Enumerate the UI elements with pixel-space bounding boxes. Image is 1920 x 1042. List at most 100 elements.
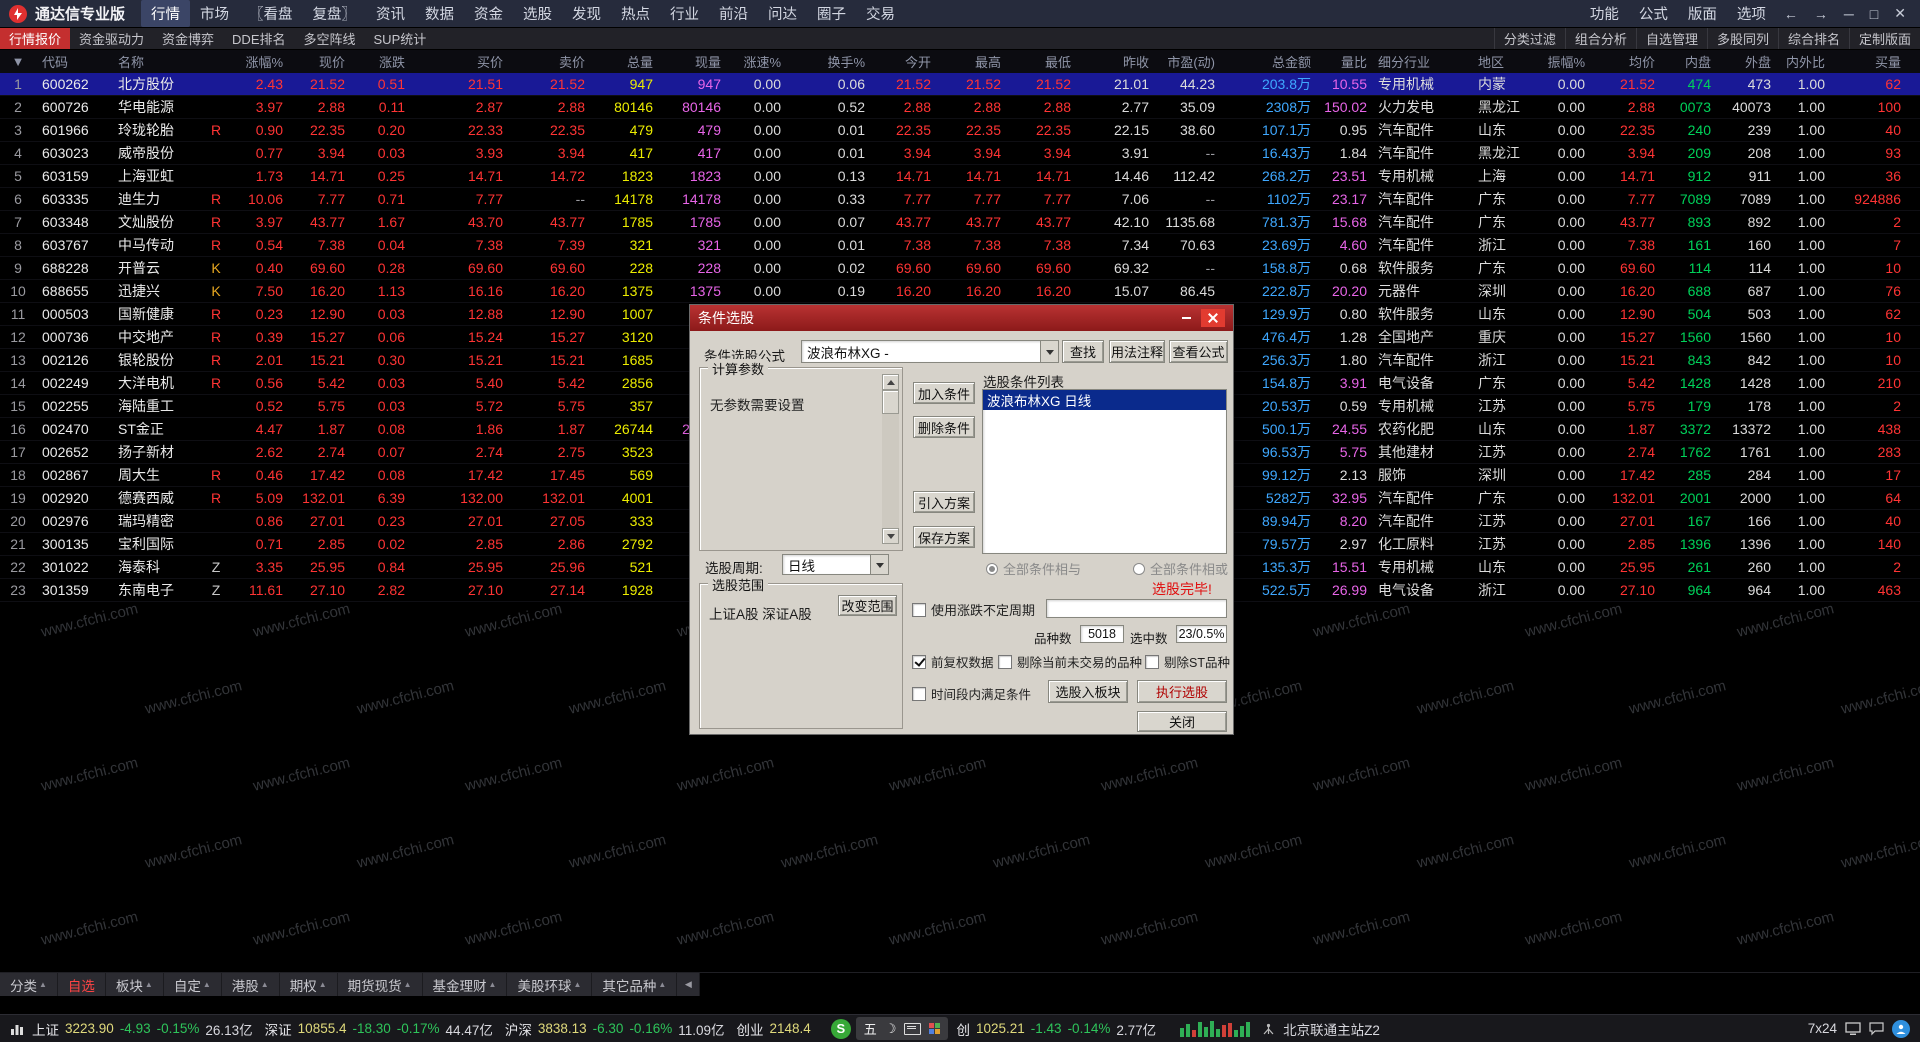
moon-icon[interactable]: ☽	[885, 1021, 897, 1037]
column-header[interactable]: 市盈(动)	[1154, 52, 1220, 71]
toolbar-item[interactable]: 定制版面	[1848, 28, 1920, 49]
dialog-close-icon[interactable]	[1201, 309, 1225, 327]
column-header[interactable]: 买量	[1830, 52, 1906, 71]
menu-item[interactable]: 问达	[758, 0, 807, 27]
bottom-tab[interactable]: 板块 ▲	[106, 973, 164, 996]
minimize-icon[interactable]: ─	[1836, 4, 1862, 24]
column-header[interactable]: 涨跌	[350, 52, 410, 71]
import-plan-button[interactable]: 引入方案	[913, 491, 975, 513]
checkbox-updown-period[interactable]: 使用涨跌不定周期	[912, 600, 1035, 619]
params-scrollbar[interactable]	[882, 374, 899, 544]
chat-icon[interactable]	[1869, 1021, 1884, 1036]
menu-item[interactable]: 资讯	[366, 0, 415, 27]
column-header[interactable]: 总量	[590, 52, 658, 71]
table-row[interactable]: 9 688228 开普云 K 0.40 69.60 0.28 69.60 69.60 228 228…	[0, 257, 1920, 280]
column-header[interactable]: 买价	[410, 52, 508, 71]
toolbar-item[interactable]: SUP统计	[365, 28, 436, 49]
table-row[interactable]: 3 601966 玲珑轮胎 R 0.90 22.35 0.20 22.33 22.35 479 47…	[0, 119, 1920, 142]
back-icon[interactable]: ←	[1776, 4, 1806, 24]
toolbar-item[interactable]: DDE排名	[223, 28, 294, 49]
close-icon[interactable]: ✕	[1886, 3, 1914, 24]
column-header[interactable]: 内盘	[1660, 52, 1716, 71]
grid-icon[interactable]	[929, 1023, 941, 1034]
column-header[interactable]: 总金额	[1220, 52, 1316, 71]
menu-item[interactable]: 交易	[856, 0, 905, 27]
column-header[interactable]: 名称	[112, 52, 204, 71]
column-header[interactable]: 内外比	[1776, 52, 1830, 71]
forward-icon[interactable]: →	[1806, 4, 1836, 24]
menu-item[interactable]: 选股	[513, 0, 562, 27]
bottom-tab[interactable]: 自定 ▲	[164, 973, 222, 996]
column-header[interactable]: 今开	[870, 52, 936, 71]
checkbox-time-range[interactable]: 时间段内满足条件	[912, 684, 1031, 703]
scrollbar-thumb[interactable]	[882, 390, 899, 414]
bottom-tab[interactable]: 期权 ▲	[280, 973, 338, 996]
customer-service-icon[interactable]	[1892, 1019, 1910, 1038]
formula-combobox[interactable]: 波浪布林XG -	[801, 340, 1059, 363]
toolbar-item[interactable]: 行情报价	[0, 28, 71, 49]
ime-wubi-icon[interactable]: 五	[864, 1019, 877, 1038]
right-menu-item[interactable]: 公式	[1629, 0, 1678, 27]
column-header[interactable]: 振幅%	[1534, 52, 1590, 71]
menu-item[interactable]: 数据	[415, 0, 464, 27]
checkbox-remove-st[interactable]: 剔除ST品种	[1145, 652, 1230, 671]
column-header[interactable]: 地区	[1472, 52, 1534, 71]
period-combobox[interactable]: 日线	[782, 554, 889, 575]
server-name[interactable]: 北京联通主站Z2	[1283, 1019, 1380, 1039]
toolbar-item[interactable]: 组合分析	[1564, 28, 1636, 49]
toolbar-item[interactable]: 综合排名	[1777, 28, 1849, 49]
execute-selection-button[interactable]: 执行选股	[1137, 680, 1227, 703]
save-plan-button[interactable]: 保存方案	[913, 526, 975, 548]
table-row[interactable]: 10 688655 迅捷兴 K 7.50 16.20 1.13 16.16 16.20 1375 1…	[0, 280, 1920, 303]
column-header[interactable]: 涨速%	[726, 52, 786, 71]
menu-item[interactable]: 圈子	[807, 0, 856, 27]
menu-item[interactable]: 前沿	[709, 0, 758, 27]
bottom-tab[interactable]: 其它品种 ▲	[592, 973, 678, 996]
ime-logo-icon[interactable]: S	[830, 1018, 851, 1039]
tab-scroll-left-icon[interactable]: ◀	[677, 973, 701, 996]
column-header[interactable]: 卖价	[508, 52, 590, 71]
bottom-tab[interactable]: 基金理财 ▲	[423, 973, 508, 996]
scroll-up-icon[interactable]	[882, 374, 899, 390]
view-formula-button[interactable]: 查看公式	[1169, 340, 1228, 363]
menu-item[interactable]: 行业	[660, 0, 709, 27]
column-header[interactable]: 换手%	[786, 52, 870, 71]
bottom-tab[interactable]: 美股环球 ▲	[507, 973, 593, 996]
column-header[interactable]: 涨幅%	[228, 52, 288, 71]
monitor-icon[interactable]	[1845, 1021, 1861, 1036]
find-button[interactable]: 查找	[1062, 340, 1104, 363]
table-row[interactable]: 1 600262 北方股份 2.43 21.52 0.51 21.51 21.52 947 947…	[0, 73, 1920, 96]
toolbar-item[interactable]: 资金驱动力	[70, 28, 153, 49]
menu-item[interactable]: 复盘〗	[303, 0, 367, 27]
table-row[interactable]: 6 603335 迪生力 R 10.06 7.77 0.71 7.77 -- 14178 14178…	[0, 188, 1920, 211]
column-header[interactable]: 代码	[36, 52, 112, 71]
radio-all-and[interactable]: 全部条件相与	[986, 559, 1081, 578]
dialog-titlebar[interactable]: 条件选股	[690, 305, 1233, 331]
menu-item[interactable]: 热点	[611, 0, 660, 27]
condition-list-item[interactable]: 波浪布林XG 日线	[983, 390, 1226, 410]
usage-notes-button[interactable]: 用法注释	[1109, 340, 1165, 363]
toolbar-item[interactable]: 资金博弈	[153, 28, 223, 49]
column-header[interactable]: 现价	[288, 52, 350, 71]
delete-condition-button[interactable]: 删除条件	[913, 416, 975, 438]
column-header[interactable]: 最低	[1006, 52, 1076, 71]
checkbox-remove-untraded[interactable]: 剔除当前未交易的品种	[998, 652, 1142, 671]
close-button[interactable]: 关闭	[1137, 711, 1227, 732]
column-header[interactable]: ▼	[0, 54, 36, 69]
toolbar-item[interactable]: 多股同列	[1706, 28, 1778, 49]
column-header[interactable]: 量比	[1316, 52, 1372, 71]
toolbar-item[interactable]: 分类过滤	[1493, 28, 1565, 49]
table-row[interactable]: 4 603023 威帝股份 0.77 3.94 0.03 3.93 3.94 417 417 0.0…	[0, 142, 1920, 165]
checkbox-forward-adjusted[interactable]: 前复权数据	[912, 652, 994, 671]
bottom-tab[interactable]: 期货现货 ▲	[338, 973, 423, 996]
dialog-minimize-icon[interactable]	[1175, 309, 1197, 327]
menu-item[interactable]: 行情	[141, 0, 191, 27]
right-menu-item[interactable]: 选项	[1727, 0, 1776, 27]
maximize-icon[interactable]: □	[1862, 4, 1886, 24]
add-condition-button[interactable]: 加入条件	[913, 382, 975, 404]
column-header[interactable]: 细分行业	[1372, 52, 1472, 71]
table-row[interactable]: 2 600726 华电能源 3.97 2.88 0.11 2.87 2.88 80146 8014…	[0, 96, 1920, 119]
table-row[interactable]: 8 603767 中马传动 R 0.54 7.38 0.04 7.38 7.39 321 321 0.…	[0, 234, 1920, 257]
add-to-block-button[interactable]: 选股入板块	[1048, 680, 1128, 703]
column-header[interactable]: 均价	[1590, 52, 1660, 71]
